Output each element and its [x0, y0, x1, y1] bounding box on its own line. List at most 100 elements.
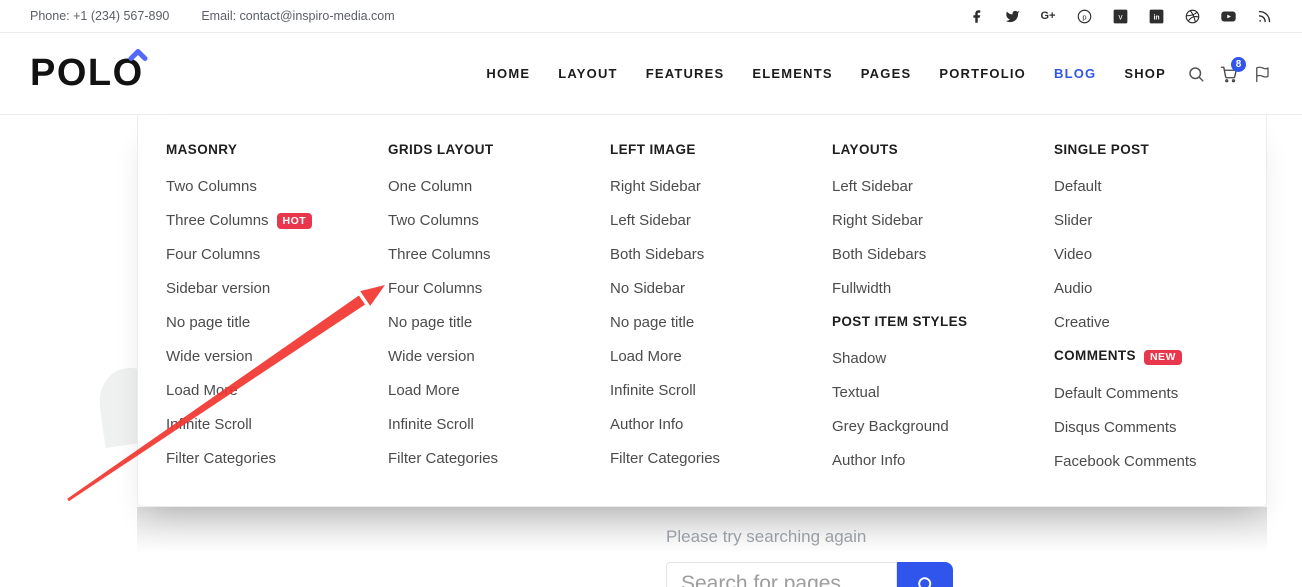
menu-heading-label: GRIDS LAYOUT — [388, 142, 494, 157]
pinterest-icon[interactable]: p — [1076, 8, 1092, 24]
menu-item-label: Filter Categories — [610, 450, 720, 468]
menu-item-disqus-comments[interactable]: Disqus Comments — [1054, 419, 1276, 437]
menu-item-label: Sidebar version — [166, 280, 270, 298]
new-badge: NEW — [1144, 350, 1182, 366]
menu-item-left-sidebar[interactable]: Left Sidebar — [610, 212, 832, 230]
search-icon[interactable] — [1186, 64, 1206, 84]
menu-item-author-info[interactable]: Author Info — [610, 416, 832, 434]
menu-item-load-more[interactable]: Load More — [388, 382, 610, 400]
nav-item-blog[interactable]: BLOG — [1054, 66, 1096, 81]
menu-item-label: No page title — [166, 314, 250, 332]
menu-item-two-columns[interactable]: Two Columns — [388, 212, 610, 230]
menu-item-load-more[interactable]: Load More — [610, 348, 832, 366]
menu-item-label: Disqus Comments — [1054, 419, 1177, 437]
nav-item-shop[interactable]: SHOP — [1124, 66, 1166, 81]
menu-item-left-sidebar[interactable]: Left Sidebar — [832, 178, 1054, 196]
menu-item-both-sidebars[interactable]: Both Sidebars — [610, 246, 832, 264]
menu-item-infinite-scroll[interactable]: Infinite Scroll — [166, 416, 388, 434]
flag-icon[interactable] — [1252, 64, 1272, 84]
menu-item-infinite-scroll[interactable]: Infinite Scroll — [610, 382, 832, 400]
menu-item-four-columns[interactable]: Four Columns — [166, 246, 388, 264]
header-icons: 8 — [1186, 64, 1272, 84]
menu-item-both-sidebars[interactable]: Both Sidebars — [832, 246, 1054, 264]
menu-item-label: Shadow — [832, 350, 886, 368]
hot-badge: HOT — [277, 213, 313, 229]
menu-item-facebook-comments[interactable]: Facebook Comments — [1054, 453, 1276, 471]
menu-heading-grids-layout: GRIDS LAYOUT — [388, 142, 610, 158]
menu-item-label: Video — [1054, 246, 1092, 264]
menu-item-wide-version[interactable]: Wide version — [166, 348, 388, 366]
menu-item-creative[interactable]: Creative — [1054, 314, 1276, 332]
menu-item-no-page-title[interactable]: No page title — [166, 314, 388, 332]
menu-item-grey-background[interactable]: Grey Background — [832, 418, 1054, 436]
menu-item-label: Grey Background — [832, 418, 949, 436]
menu-item-shadow[interactable]: Shadow — [832, 350, 1054, 368]
logo-caret-icon — [128, 49, 148, 61]
linkedin-icon[interactable]: in — [1148, 8, 1164, 24]
menu-item-fullwidth[interactable]: Fullwidth — [832, 280, 1054, 298]
nav-item-elements[interactable]: ELEMENTS — [752, 66, 832, 81]
menu-item-filter-categories[interactable]: Filter Categories — [388, 450, 610, 468]
menu-item-label: Audio — [1054, 280, 1092, 298]
menu-heading-post-item-styles: POST ITEM STYLES — [832, 314, 1054, 330]
cart-icon[interactable]: 8 — [1219, 64, 1239, 84]
twitter-icon[interactable] — [1004, 8, 1020, 24]
menu-item-default-comments[interactable]: Default Comments — [1054, 385, 1276, 403]
menu-item-label: Infinite Scroll — [388, 416, 474, 434]
menu-item-no-page-title[interactable]: No page title — [388, 314, 610, 332]
nav-item-features[interactable]: FEATURES — [646, 66, 725, 81]
menu-item-wide-version[interactable]: Wide version — [388, 348, 610, 366]
youtube-icon[interactable] — [1220, 8, 1236, 24]
menu-item-load-more[interactable]: Load More — [166, 382, 388, 400]
main-nav: HOME LAYOUT FEATURES ELEMENTS PAGES PORTFOLIO… — [486, 66, 1166, 81]
menu-item-right-sidebar[interactable]: Right Sidebar — [832, 212, 1054, 230]
search-submit-button[interactable] — [897, 562, 953, 587]
menu-item-one-column[interactable]: One Column — [388, 178, 610, 196]
menu-item-label: Creative — [1054, 314, 1110, 332]
menu-item-four-columns[interactable]: Four Columns — [388, 280, 610, 298]
cart-count-badge: 8 — [1231, 57, 1246, 72]
menu-item-video[interactable]: Video — [1054, 246, 1276, 264]
menu-item-filter-categories[interactable]: Filter Categories — [610, 450, 832, 468]
menu-item-label: Wide version — [388, 348, 475, 366]
menu-item-three-columns[interactable]: Three Columns — [388, 246, 610, 264]
menu-item-sidebar-version[interactable]: Sidebar version — [166, 280, 388, 298]
menu-item-slider[interactable]: Slider — [1054, 212, 1276, 230]
menu-item-default[interactable]: Default — [1054, 178, 1276, 196]
menu-item-label: Four Columns — [388, 280, 482, 298]
menu-item-filter-categories[interactable]: Filter Categories — [166, 450, 388, 468]
menu-item-label: No Sidebar — [610, 280, 685, 298]
menu-item-no-page-title[interactable]: No page title — [610, 314, 832, 332]
menu-item-textual[interactable]: Textual — [832, 384, 1054, 402]
menu-heading-left-image: LEFT IMAGE — [610, 142, 832, 158]
menu-item-label: Load More — [166, 382, 238, 400]
menu-item-label: Facebook Comments — [1054, 453, 1197, 471]
search-input[interactable] — [666, 562, 897, 587]
vimeo-icon[interactable]: v — [1112, 8, 1128, 24]
menu-item-label: Default — [1054, 178, 1102, 196]
menu-heading-comments: COMMENTSNEW — [1054, 348, 1276, 365]
nav-item-layout[interactable]: LAYOUT — [558, 66, 617, 81]
menu-item-two-columns[interactable]: Two Columns — [166, 178, 388, 196]
menu-item-audio[interactable]: Audio — [1054, 280, 1276, 298]
logo[interactable]: POLO — [30, 52, 144, 95]
menu-heading-single-post: SINGLE POST — [1054, 142, 1276, 158]
nav-item-portfolio[interactable]: PORTFOLIO — [939, 66, 1026, 81]
menu-item-no-sidebar[interactable]: No Sidebar — [610, 280, 832, 298]
facebook-icon[interactable] — [968, 8, 984, 24]
menu-item-infinite-scroll[interactable]: Infinite Scroll — [388, 416, 610, 434]
dribbble-icon[interactable] — [1184, 8, 1200, 24]
google-plus-icon[interactable]: G+ — [1040, 8, 1056, 24]
menu-item-label: One Column — [388, 178, 472, 196]
menu-item-three-columns[interactable]: Three ColumnsHOT — [166, 212, 388, 230]
menu-item-label: Default Comments — [1054, 385, 1178, 403]
nav-item-home[interactable]: HOME — [486, 66, 530, 81]
menu-item-right-sidebar[interactable]: Right Sidebar — [610, 178, 832, 196]
menu-item-label: Load More — [388, 382, 460, 400]
nav-item-pages[interactable]: PAGES — [861, 66, 912, 81]
rss-icon[interactable] — [1256, 8, 1272, 24]
menu-heading-label: LEFT IMAGE — [610, 142, 696, 157]
email-text: Email: contact@inspiro-media.com — [201, 9, 394, 23]
menu-item-author-info[interactable]: Author Info — [832, 452, 1054, 470]
menu-heading-label: MASONRY — [166, 142, 237, 157]
